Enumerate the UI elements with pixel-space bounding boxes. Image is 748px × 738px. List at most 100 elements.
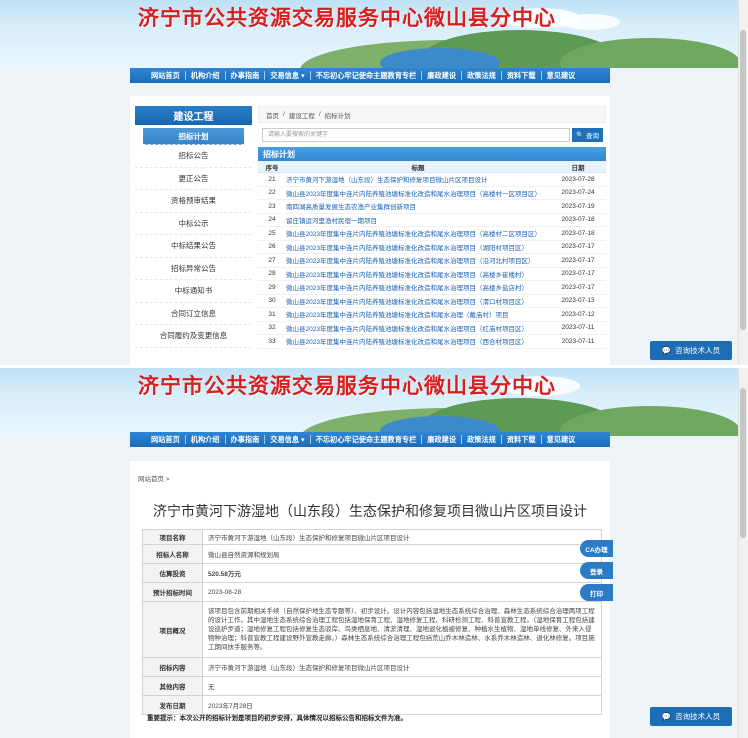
row-date: 2023-07-11	[561, 324, 595, 332]
table-row: 项目概况 该项目包含前期相关手续（自然保护地生态专题等）、初步设计。设计内容包括…	[142, 601, 602, 658]
row-title-link[interactable]: 微山县2023年度集中连片内陆养殖池塘标准化改造和尾水治理项目（高楼乡崔楼村）	[286, 269, 550, 279]
row-title-link[interactable]: 微山县2023年度集中连片内陆养殖池塘标准化改造和尾水治理项目（高楼村二区项目区…	[286, 228, 550, 238]
consult-tech-button[interactable]: 💬 咨询技术人员	[650, 341, 732, 360]
table-row[interactable]: 28 微山县2023年度集中连片内陆养殖池塘标准化改造和尾水治理项目（高楼乡崔楼村…	[258, 268, 606, 281]
nav-integrity[interactable]: 廉政建设	[422, 71, 463, 80]
sidebar-item-correction[interactable]: 更正公告	[135, 168, 252, 190]
table-row[interactable]: 21 济宁市黄河下游湿地（山东段）生态保护和修复项目微山片区项目设计 2023-07…	[258, 173, 606, 187]
nav-policy[interactable]: 政策法规	[462, 435, 502, 444]
nav-education[interactable]: 不忘初心牢记使命主题教育专栏	[311, 71, 423, 80]
row-date: 2023-07-17	[561, 256, 595, 264]
table-row[interactable]: 25 微山县2023年度集中连片内陆养殖池塘标准化改造和尾水治理项目（高楼村二区项…	[258, 227, 606, 241]
row-date: 2023-07-12	[561, 310, 595, 318]
field-key: 项目概况	[142, 601, 203, 658]
breadcrumb[interactable]: 网站首页 >	[138, 473, 170, 483]
field-value: 济宁市黄河下游湿地（山东段）生态保护和修复项目微山片区项目设计	[202, 529, 602, 545]
breadcrumb: 首页 / 建设工程 / 招标计划	[258, 106, 606, 123]
login-button[interactable]: 登录	[580, 562, 613, 579]
nav-policy[interactable]: 政策法规	[462, 71, 502, 80]
field-value: 济宁市黄河下游湿地（山东段）生态保护和修复项目微山片区项目设计	[202, 657, 602, 677]
table-row[interactable]: 33 微山县2023年度集中连片内陆养殖池塘标准化改造和尾水治理项目（西合村项目区…	[258, 335, 606, 349]
col-no: 序号	[265, 164, 279, 172]
table-row[interactable]: 23 南四湖高质量发展生态农渔产业集群创新项目 2023-07-19	[258, 200, 606, 214]
row-title-link[interactable]: 微山县2023年度集中连片内陆养殖池塘标准化改造和尾水治理项目（西合村项目区）	[286, 336, 550, 346]
main-nav: 网站首页 机构介绍 办事指南 交易信息 ▾ 不忘初心牢记使命主题教育专栏 廉政建…	[130, 432, 610, 447]
scrollbar-thumb[interactable]	[740, 388, 746, 538]
search-input[interactable]: 请输入要搜索的关键字	[262, 128, 570, 142]
table-row[interactable]: 26 微山县2023年度集中连片内陆养殖池塘标准化改造和尾水治理项目（湖阳村项目区…	[258, 241, 606, 254]
table-row[interactable]: 22 微山县2023年度集中连片内陆养殖池塘标准化改造和尾水治理项目（高楼村一区项…	[258, 187, 606, 200]
field-key: 估算投资	[142, 563, 203, 583]
nav-home[interactable]: 网站首页	[146, 435, 186, 444]
nav-trade-info[interactable]: 交易信息 ▾	[265, 71, 311, 80]
search-button[interactable]: 🔍 查询	[572, 128, 603, 142]
table-header: 序号 标题 日期	[258, 161, 606, 173]
field-key: 项目名称	[142, 529, 203, 545]
row-title-link[interactable]: 微山县2023年度集中连片内陆养殖池塘标准化改造和尾水治理（戴庙村）项目	[286, 309, 550, 319]
breadcrumb-home[interactable]: 首页	[266, 110, 279, 120]
row-no: 22	[268, 189, 276, 197]
row-title-link[interactable]: 南四湖高质量发展生态农渔产业集群创新项目	[286, 201, 550, 211]
nav-feedback[interactable]: 意见建议	[542, 71, 581, 80]
row-title-link[interactable]: 微山县2023年度集中连片内陆养殖池塘标准化改造和尾水治理项目（沿河北村项目区）	[286, 255, 550, 265]
nav-trade-info[interactable]: 交易信息 ▾	[265, 435, 311, 444]
sidebar-title: 建设工程	[135, 106, 252, 125]
row-date: 2023-07-17	[561, 243, 595, 251]
detail-title: 济宁市黄河下游湿地（山东段）生态保护和修复项目微山片区项目设计	[153, 503, 587, 519]
nav-guide[interactable]: 办事指南	[226, 71, 266, 80]
row-title-link[interactable]: 留庄镇运河里渔村民宿一期项目	[286, 215, 550, 225]
row-date: 2023-07-18	[561, 216, 595, 224]
nav-download[interactable]: 资料下载	[502, 71, 542, 80]
table-row[interactable]: 27 微山县2023年度集中连片内陆养殖池塘标准化改造和尾水治理项目（沿河北村项目…	[258, 254, 606, 268]
sidebar-item-award-result[interactable]: 中标结果公告	[135, 235, 252, 258]
row-no: 30	[268, 297, 276, 305]
row-date: 2023-07-19	[561, 202, 595, 210]
row-title-link[interactable]: 微山县2023年度集中连片内陆养殖池塘标准化改造和尾水治理项目（红庙村项目区）	[286, 323, 550, 333]
nav-guide[interactable]: 办事指南	[226, 435, 266, 444]
breadcrumb-current: 招标计划	[324, 112, 351, 120]
chat-icon: 💬	[661, 712, 672, 721]
nav-feedback[interactable]: 意见建议	[542, 435, 581, 444]
nav-home[interactable]: 网站首页	[146, 71, 186, 80]
breadcrumb-category[interactable]: 建设工程	[289, 110, 315, 120]
consult-tech-button[interactable]: 💬 咨询技术人员	[650, 707, 732, 726]
row-title-link[interactable]: 微山县2023年度集中连片内陆养殖池塘标准化改造和尾水治理项目（湖阳村项目区）	[286, 242, 550, 252]
table-row[interactable]: 24 留庄镇运河里渔村民宿一期项目 2023-07-18	[258, 214, 606, 227]
sidebar-item-award-public[interactable]: 中标公示	[135, 213, 252, 235]
table-row: 估算投资 520.58万元	[142, 563, 602, 583]
nav-download[interactable]: 资料下载	[502, 435, 542, 444]
nav-about[interactable]: 机构介绍	[186, 435, 226, 444]
ca-button[interactable]: CA办理	[580, 540, 613, 557]
row-title-link[interactable]: 微山县2023年度集中连片内陆养殖池塘标准化改造和尾水治理项目（高楼村一区项目区…	[286, 188, 550, 198]
sidebar-item-contract[interactable]: 合同订立信息	[135, 303, 252, 325]
row-title-link[interactable]: 微山县2023年度集中连片内陆养殖池塘标准化改造和尾水治理项目（渭口村项目区）	[286, 296, 550, 306]
detail-table: 项目名称 济宁市黄河下游湿地（山东段）生态保护和修复项目微山片区项目设计 招标人…	[142, 529, 602, 715]
row-date: 2023-07-28	[561, 175, 595, 183]
row-no: 23	[268, 202, 276, 210]
table-row[interactable]: 31 微山县2023年度集中连片内陆养殖池塘标准化改造和尾水治理（戴庙村）项目 20…	[258, 308, 606, 322]
sidebar-item-abnormal[interactable]: 招标异常公告	[135, 258, 252, 280]
main-nav: 网站首页 机构介绍 办事指南 交易信息 ▾ 不忘初心牢记使命主题教育专栏 廉政建…	[130, 68, 610, 83]
sidebar-item-award-letter[interactable]: 中标通知书	[135, 280, 252, 303]
row-title-link[interactable]: 微山县2023年度集中连片内陆养殖池塘标准化改造和尾水治理项目（高楼乡盐店村）	[286, 282, 550, 292]
table-row[interactable]: 32 微山县2023年度集中连片内陆养殖池塘标准化改造和尾水治理项目（红庙村项目区…	[258, 322, 606, 335]
nav-integrity[interactable]: 廉政建设	[422, 435, 463, 444]
scrollbar[interactable]	[738, 0, 748, 365]
scrollbar[interactable]	[738, 368, 748, 738]
nav-education[interactable]: 不忘初心牢记使命主题教育专栏	[311, 435, 423, 444]
field-value: 无	[202, 676, 602, 696]
sidebar-item-contract-change[interactable]: 合同履约及变更信息	[135, 325, 252, 348]
chat-icon: 💬	[661, 346, 672, 355]
sidebar-item-bid-notice[interactable]: 招标公告	[135, 145, 252, 168]
table-row[interactable]: 29 微山县2023年度集中连片内陆养殖池塘标准化改造和尾水治理项目（高楼乡盐店村…	[258, 281, 606, 295]
sidebar-item-bid-plan[interactable]: 招标计划	[143, 128, 244, 145]
row-no: 21	[268, 175, 276, 183]
consult-tech-label: 咨询技术人员	[675, 346, 721, 355]
row-title-link[interactable]: 济宁市黄河下游湿地（山东段）生态保护和修复项目微山片区项目设计	[286, 174, 550, 184]
scrollbar-thumb[interactable]	[740, 30, 746, 330]
table-row[interactable]: 30 微山县2023年度集中连片内陆养殖池塘标准化改造和尾水治理项目（渭口村项目区…	[258, 295, 606, 308]
table-row: 项目名称 济宁市黄河下游湿地（山东段）生态保护和修复项目微山片区项目设计	[142, 529, 602, 545]
nav-about[interactable]: 机构介绍	[186, 71, 226, 80]
print-button[interactable]: 打印	[580, 584, 613, 601]
sidebar-item-prequal[interactable]: 资格预审结果	[135, 190, 252, 213]
